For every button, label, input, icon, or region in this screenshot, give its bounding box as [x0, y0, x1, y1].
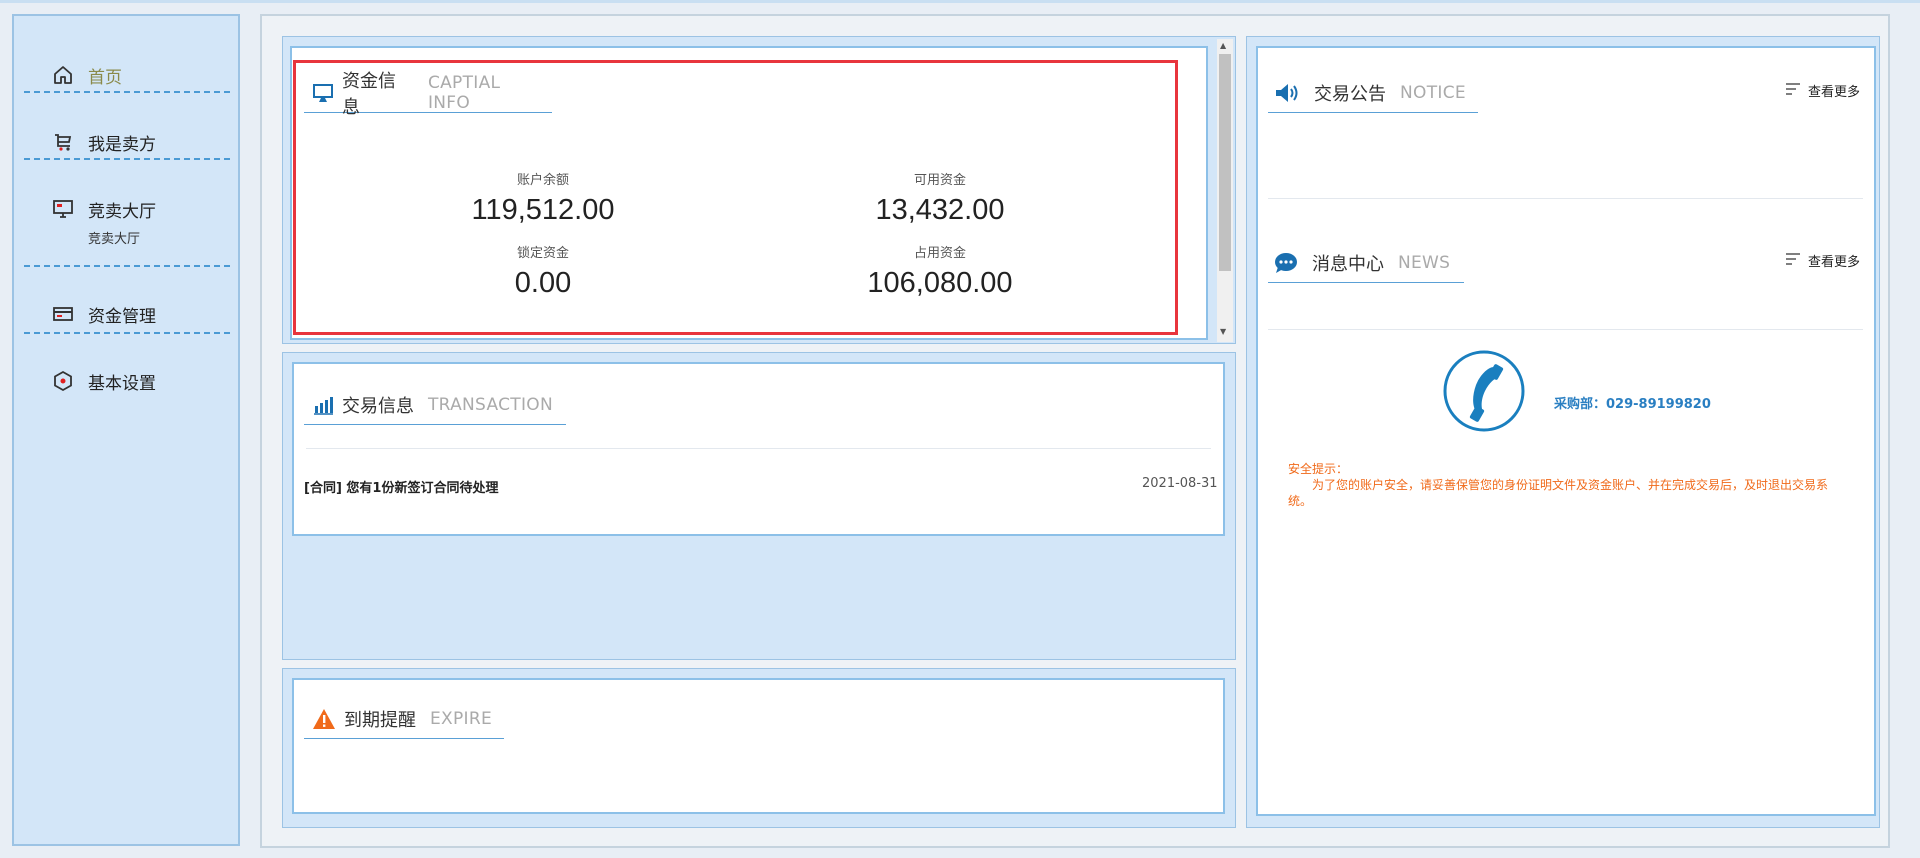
scroll-up-icon[interactable]: ▲ — [1220, 41, 1226, 50]
stat-label-balance: 账户余额 — [516, 173, 569, 188]
divider — [24, 332, 230, 334]
divider — [1268, 329, 1863, 330]
monitor-icon — [52, 198, 74, 220]
sidebar-item-label: 资金管理 — [88, 306, 156, 327]
expire-title-zh: 到期提醒 — [344, 709, 416, 731]
sidebar-item-settings[interactable]: 基本设置 — [24, 348, 230, 414]
monitor-icon — [312, 82, 334, 104]
home-icon — [52, 64, 74, 86]
sidebar-item-funds[interactable]: 资金管理 — [24, 281, 230, 347]
news-more-link[interactable]: 查看更多 — [1786, 251, 1860, 270]
news-title-zh: 消息中心 — [1312, 253, 1384, 275]
transaction-title: 交易信息 TRANSACTION — [304, 385, 566, 425]
divider — [306, 448, 1211, 449]
settings-icon — [52, 370, 74, 392]
expire-card: 到期提醒 EXPIRE — [292, 678, 1225, 814]
scroll-down-icon[interactable]: ▼ — [1220, 327, 1226, 336]
sidebar-item-home[interactable]: 首页 — [24, 42, 230, 108]
transaction-title-zh: 交易信息 — [342, 395, 414, 417]
top-border — [0, 0, 1920, 3]
card-icon — [52, 303, 74, 325]
stat-value-occupied: 106,080.00 — [867, 267, 1013, 299]
warning-icon — [312, 708, 336, 730]
stat-value-locked: 0.00 — [514, 267, 572, 299]
notice-more-link[interactable]: 查看更多 — [1786, 81, 1860, 100]
safety-line-1: 为了您的账户安全，请妥善保管您的身份证明文件及资金账户、并在完成交易后，及时退出… — [1312, 478, 1829, 492]
divider — [24, 265, 230, 267]
scroll-thumb[interactable] — [1219, 54, 1231, 271]
news-title-en: NEWS — [1398, 252, 1451, 273]
sidebar-item-label: 我是卖方 — [88, 134, 156, 155]
stat-label-locked: 锁定资金 — [516, 246, 569, 261]
stat-label-available: 可用资金 — [913, 173, 966, 188]
stat-value-available: 13,432.00 — [875, 194, 1005, 226]
sidebar-item-seller[interactable]: 我是卖方 — [24, 109, 230, 175]
transaction-date: 2021-08-31 — [1142, 476, 1218, 491]
cart-icon — [52, 131, 74, 153]
transaction-row[interactable]: [合同] 您有1份新签订合同待处理 — [304, 477, 498, 496]
divider — [1268, 198, 1863, 199]
sidebar: 首页 我是卖方 竞卖大厅 竞卖大厅 资金管理 基本设置 — [12, 14, 240, 846]
sidebar-item-label: 首页 — [88, 67, 122, 88]
bar-chart-icon — [312, 394, 334, 416]
transaction-card: 交易信息 TRANSACTION [合同] 您有1份新签订合同待处理 2021-… — [292, 362, 1225, 536]
sidebar-item-label: 基本设置 — [88, 373, 156, 394]
notice-title-zh: 交易公告 — [1314, 83, 1386, 105]
expire-title-en: EXPIRE — [430, 708, 493, 729]
divider — [24, 91, 230, 93]
expire-title: 到期提醒 EXPIRE — [304, 699, 504, 739]
notice-more-label: 查看更多 — [1808, 85, 1861, 100]
safety-title: 安全提示： — [1288, 462, 1349, 476]
list-icon — [1786, 252, 1802, 269]
capital-title: 资金信息 CAPTIAL INFO — [304, 71, 552, 118]
chat-bubble-icon — [1274, 252, 1298, 274]
right-card: 交易公告 NOTICE 查看更多 消息中心 NEWS 查看更多 采购部：029-… — [1256, 46, 1876, 816]
notice-title: 交易公告 NOTICE — [1268, 73, 1478, 113]
capital-scrollbar[interactable]: ▲ ▼ — [1217, 39, 1233, 342]
sidebar-subitem-auction-hall[interactable]: 竞卖大厅 — [88, 228, 140, 247]
phone-icon — [1442, 349, 1526, 433]
capital-card: 资金信息 CAPTIAL INFO 账户余额 119,512.00 可用资金 1… — [290, 46, 1208, 340]
capital-title-en: CAPTIAL INFO — [427, 72, 501, 113]
safety-line-2: 统。 — [1288, 494, 1313, 508]
divider — [24, 158, 230, 160]
notice-title-en: NOTICE — [1400, 82, 1466, 103]
phone-number: 采购部：029-89199820 — [1554, 397, 1711, 412]
list-icon — [1786, 82, 1802, 99]
stat-value-balance: 119,512.00 — [471, 194, 615, 226]
sidebar-item-label: 竞卖大厅 — [88, 201, 156, 222]
stat-label-occupied: 占用资金 — [913, 246, 966, 261]
capital-title-zh: 资金信息 — [342, 70, 396, 118]
news-more-label: 查看更多 — [1808, 255, 1861, 270]
speaker-icon — [1274, 82, 1300, 104]
news-title: 消息中心 NEWS — [1268, 243, 1464, 283]
transaction-title-en: TRANSACTION — [428, 394, 553, 415]
